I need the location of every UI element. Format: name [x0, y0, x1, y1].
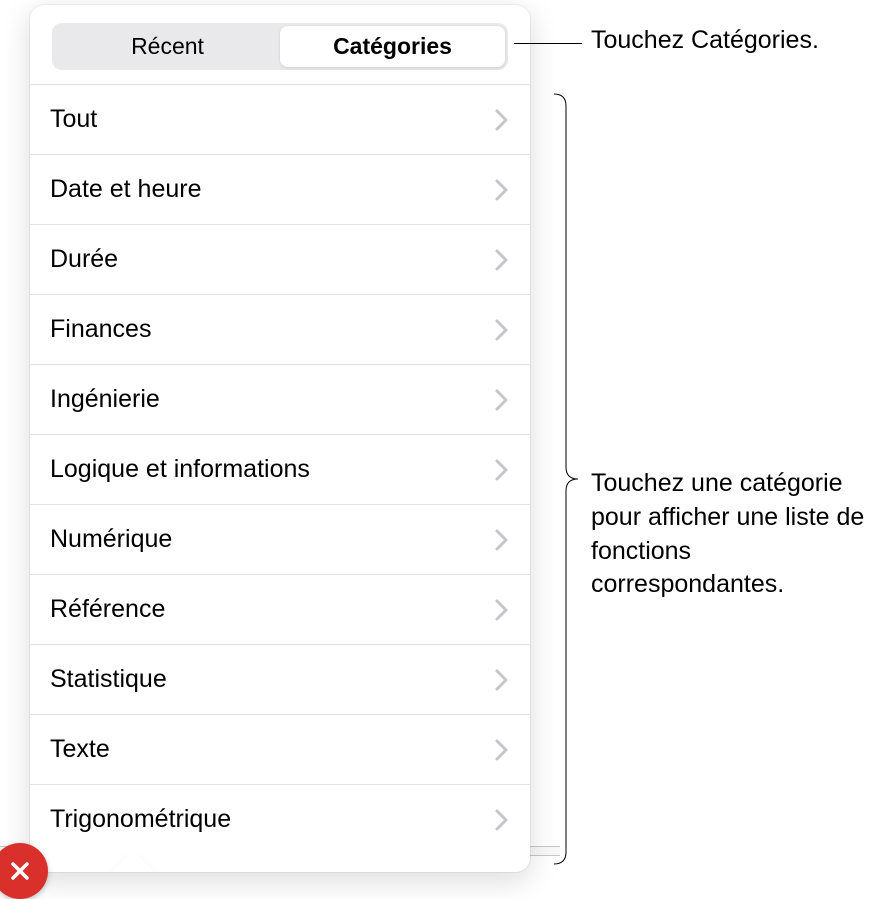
category-row[interactable]: Ingénierie — [30, 365, 530, 435]
callout-bracket — [554, 93, 582, 865]
callout-text: Touchez une catégorie pour afficher une … — [591, 469, 864, 598]
category-row[interactable]: Statistique — [30, 645, 530, 715]
chevron-right-icon — [495, 179, 508, 201]
category-row[interactable]: Date et heure — [30, 155, 530, 225]
category-label: Finances — [50, 315, 151, 344]
callout-text: Touchez Catégories. — [591, 26, 819, 54]
tab-categories-label: Catégories — [333, 33, 452, 59]
category-label: Texte — [50, 735, 110, 764]
category-label: Durée — [50, 245, 118, 274]
category-row[interactable]: Finances — [30, 295, 530, 365]
category-row[interactable]: Durée — [30, 225, 530, 295]
chevron-right-icon — [495, 809, 508, 831]
category-label: Statistique — [50, 665, 167, 694]
chevron-right-icon — [495, 599, 508, 621]
chevron-right-icon — [495, 109, 508, 131]
categories-list: Tout Date et heure Durée Finances Ingéni… — [30, 84, 530, 854]
category-label: Ingénierie — [50, 385, 160, 414]
tab-recent-label: Récent — [131, 33, 204, 59]
tab-recent[interactable]: Récent — [55, 26, 280, 67]
category-label: Date et heure — [50, 175, 202, 204]
callout-leader-line — [514, 43, 582, 44]
category-label: Tout — [50, 105, 97, 134]
close-icon — [8, 859, 32, 883]
chevron-right-icon — [495, 739, 508, 761]
category-row[interactable]: Logique et informations — [30, 435, 530, 505]
function-browser-popover: Récent Catégories Tout Date et heure Dur… — [30, 5, 530, 872]
callout-categories: Touchez Catégories. — [591, 24, 819, 58]
category-row[interactable]: Numérique — [30, 505, 530, 575]
category-row[interactable]: Tout — [30, 85, 530, 155]
category-label: Logique et informations — [50, 455, 310, 484]
segmented-control: Récent Catégories — [52, 23, 508, 70]
category-label: Référence — [50, 595, 165, 624]
chevron-right-icon — [495, 389, 508, 411]
category-row[interactable]: Texte — [30, 715, 530, 785]
callout-list: Touchez une catégorie pour afficher une … — [591, 467, 881, 602]
category-row[interactable]: Trigonométrique — [30, 785, 530, 854]
category-label: Numérique — [50, 525, 172, 554]
chevron-right-icon — [495, 529, 508, 551]
chevron-right-icon — [495, 669, 508, 691]
category-row[interactable]: Référence — [30, 575, 530, 645]
tab-categories[interactable]: Catégories — [280, 26, 505, 67]
category-label: Trigonométrique — [50, 805, 231, 834]
chevron-right-icon — [495, 249, 508, 271]
chevron-right-icon — [495, 319, 508, 341]
chevron-right-icon — [495, 459, 508, 481]
